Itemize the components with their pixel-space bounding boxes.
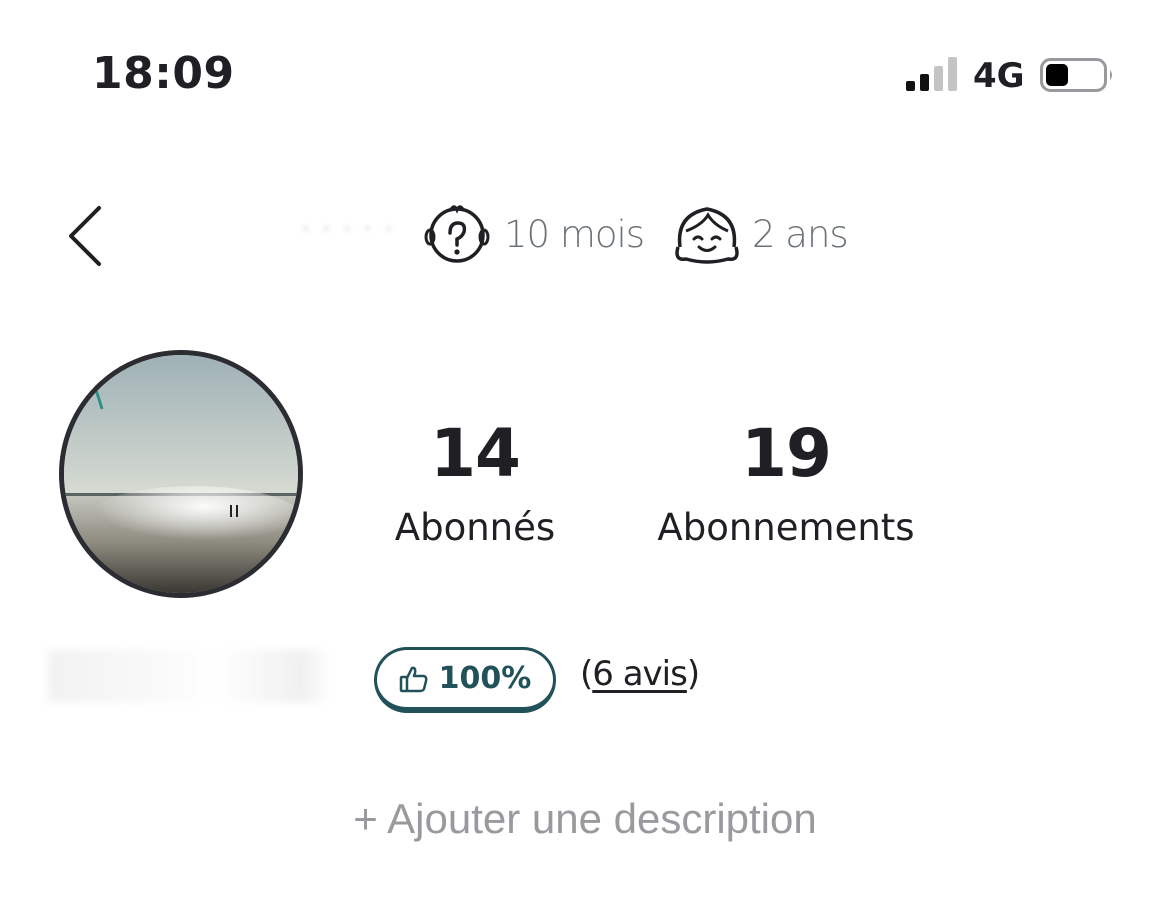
child-age-label: 2 ans [752,212,849,256]
status-time: 18:09 [92,48,235,99]
following-count: 19 [741,415,832,492]
network-type: 4G [973,56,1025,96]
thumbs-up-icon [399,666,428,692]
reviews-link[interactable]: (6 avis) [580,654,700,694]
following-label: Abonnements [657,506,915,549]
child-age-label: 10 mois [504,212,645,256]
beach-photo [64,355,298,593]
following-stat[interactable]: 19 Abonnements [640,415,932,549]
reviews-count: 6 avis [592,654,688,694]
back-button[interactable] [62,202,110,270]
followers-stat[interactable]: 14 Abonnés [375,415,575,549]
reviews-close-paren: ) [686,654,700,694]
blurred-child-name: · · · · · [300,208,395,246]
smiling-child-icon [675,207,739,264]
blurred-username [48,650,330,702]
chevron-left-icon [69,206,101,266]
child-item-1: 10 mois [424,201,645,267]
child-item-2: 2 ans [672,201,849,267]
cellular-signal-icon [906,57,957,91]
avatar[interactable] [59,350,303,598]
followers-label: Abonnés [394,506,556,549]
rating-badge[interactable]: 100% [374,647,556,713]
followers-count: 14 [430,415,521,492]
baby-question-icon [424,205,490,263]
battery-icon [1040,58,1112,92]
reviews-open-paren: ( [580,654,593,694]
add-description-button[interactable]: + Ajouter une description [0,795,1170,843]
rating-value: 100% [438,661,532,696]
